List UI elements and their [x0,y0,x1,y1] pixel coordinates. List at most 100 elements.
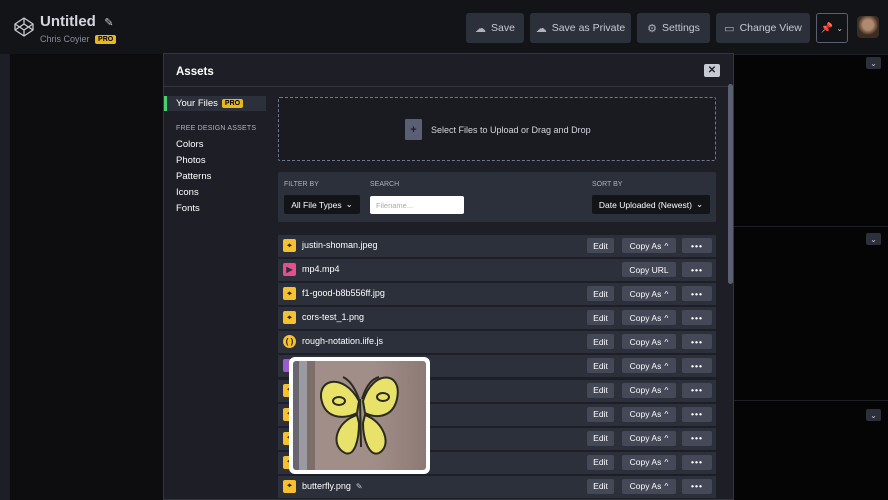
edit-button[interactable]: Edit [587,334,614,350]
copy-as-label: Copy As [629,457,662,468]
pro-badge: PRO [221,99,244,108]
copy-as-label: Copy As [629,433,662,444]
file-name: justin-shoman.jpeg [302,240,378,250]
caret-up-icon: ^ [664,433,669,444]
gear-icon: ⚙ [647,22,657,35]
nav-item-photos[interactable]: Photos [176,155,206,166]
cloud-icon: ☁ [475,22,487,35]
more-button[interactable]: ••• [682,406,712,422]
file-row[interactable]: ⌖ butterfly.png ✎ Edit Copy As ^ ••• [278,475,716,498]
sort-select[interactable]: Date Uploaded (Newest) ⌄ [592,195,710,214]
butterfly-icon [320,376,399,455]
codepen-logo-icon[interactable] [13,16,35,38]
edit-button[interactable]: Edit [587,238,614,253]
edit-button[interactable]: Edit [587,358,614,374]
pin-icon: 📌 [820,22,834,34]
settings-button[interactable]: ⚙ Settings [637,13,710,43]
pro-badge: PRO [95,35,117,44]
copy-as-button[interactable]: Copy As ^ [622,430,676,446]
pin-button[interactable]: 📌 ⌄ [816,13,848,43]
copy-as-button[interactable]: Copy As ^ [622,334,676,350]
image-file-icon: ⌖ [283,239,296,252]
save-label: Save [491,22,515,34]
copy-as-button[interactable]: Copy As ^ [622,238,676,253]
change-view-button[interactable]: ▭ Change View [716,13,810,43]
file-type-select[interactable]: All File Types ⌄ [284,195,360,214]
chevron-down-icon: ⌄ [345,199,353,209]
more-button[interactable]: ••• [682,430,712,446]
caret-up-icon: ^ [664,312,669,323]
edit-button[interactable]: Edit [587,406,614,422]
author-name[interactable]: Chris Coyier [40,34,90,44]
copy-as-button[interactable]: Copy As ^ [622,358,676,374]
save-button[interactable]: ☁ Save [466,13,524,43]
copy-as-button[interactable]: Copy As ^ [622,406,676,422]
save-private-button[interactable]: ☁ Save as Private [530,13,631,43]
more-button[interactable]: ••• [682,358,712,374]
more-button[interactable]: ••• [682,310,712,326]
scrollbar[interactable] [728,84,733,284]
layout-icon: ▭ [724,22,735,35]
edit-button[interactable]: Edit [587,286,614,302]
cloud-icon: ☁ [535,22,547,35]
edit-button[interactable]: Edit [587,454,614,470]
video-file-icon: ▶ [283,263,296,277]
edit-button[interactable]: Edit [587,382,614,398]
nav-item-patterns[interactable]: Patterns [176,171,211,182]
avatar[interactable] [857,16,879,38]
copy-url-button[interactable]: Copy URL [622,262,676,278]
caret-up-icon: ^ [664,457,669,468]
edit-button[interactable]: Edit [587,478,614,494]
nav-your-files-label: Your Files [176,98,218,109]
image-file-icon: ⌖ [283,311,296,325]
copy-as-button[interactable]: Copy As ^ [622,286,676,302]
file-row[interactable]: ⌖ f1-good-b8b556ff.jpg Edit Copy As ^ ••• [278,283,716,306]
edit-button[interactable]: Edit [587,430,614,446]
caret-up-icon: ^ [664,409,669,420]
chevron-down-icon[interactable]: ⌄ [866,57,881,69]
upload-dropzone[interactable]: + Select Files to Upload or Drag and Dro… [278,97,716,161]
file-name: cors-test_1.png [302,312,365,323]
caret-up-icon: ^ [664,288,669,299]
copy-as-button[interactable]: Copy As ^ [622,478,676,494]
file-row[interactable]: ( ) rough-notation.iife.js Edit Copy As ^… [278,331,716,354]
editor-resizer[interactable] [0,54,10,500]
file-row[interactable]: ⌖ justin-shoman.jpeg Edit Copy As ^ ••• [278,235,716,257]
top-bar: Untitled ✎ Chris Coyier PRO ☁ Save ☁ Sav… [0,0,888,54]
more-button[interactable]: ••• [682,286,712,302]
more-button[interactable]: ••• [682,238,712,253]
sort-value: Date Uploaded (Newest) [598,199,692,210]
close-button[interactable]: ✕ [704,64,720,77]
nav-item-fonts[interactable]: Fonts [176,203,200,214]
nav-your-files[interactable]: Your Files PRO [164,96,266,111]
change-view-label: Change View [739,22,802,34]
search-label: SEARCH [370,181,400,188]
nav-item-icons[interactable]: Icons [176,187,199,198]
js-file-icon: ( ) [283,335,296,349]
file-row[interactable]: ▶ mp4.mp4 Copy URL ••• [278,259,716,282]
pencil-icon[interactable]: ✎ [104,16,113,29]
editor-left-area [0,54,163,500]
more-button[interactable]: ••• [682,478,712,494]
copy-as-label: Copy As [629,240,662,251]
search-input[interactable] [370,196,464,214]
copy-as-label: Copy As [629,312,662,323]
chevron-down-icon[interactable]: ⌄ [866,233,881,245]
pen-title[interactable]: Untitled [40,13,96,30]
copy-as-label: Copy As [629,385,662,396]
copy-as-button[interactable]: Copy As ^ [622,310,676,326]
more-button[interactable]: ••• [682,334,712,350]
file-upload-icon: + [405,119,422,140]
nav-item-colors[interactable]: Colors [176,139,203,150]
copy-as-button[interactable]: Copy As ^ [622,382,676,398]
more-button[interactable]: ••• [682,262,712,278]
edit-button[interactable]: Edit [587,310,614,326]
more-button[interactable]: ••• [682,382,712,398]
editor-pane-bottom: ⌄ [734,400,888,500]
chevron-down-icon[interactable]: ⌄ [866,409,881,421]
more-button[interactable]: ••• [682,454,712,470]
copy-as-button[interactable]: Copy As ^ [622,454,676,470]
pencil-icon[interactable]: ✎ [356,482,363,491]
file-row[interactable]: ⌖ cors-test_1.png Edit Copy As ^ ••• [278,307,716,330]
file-type-value: All File Types [291,199,342,210]
